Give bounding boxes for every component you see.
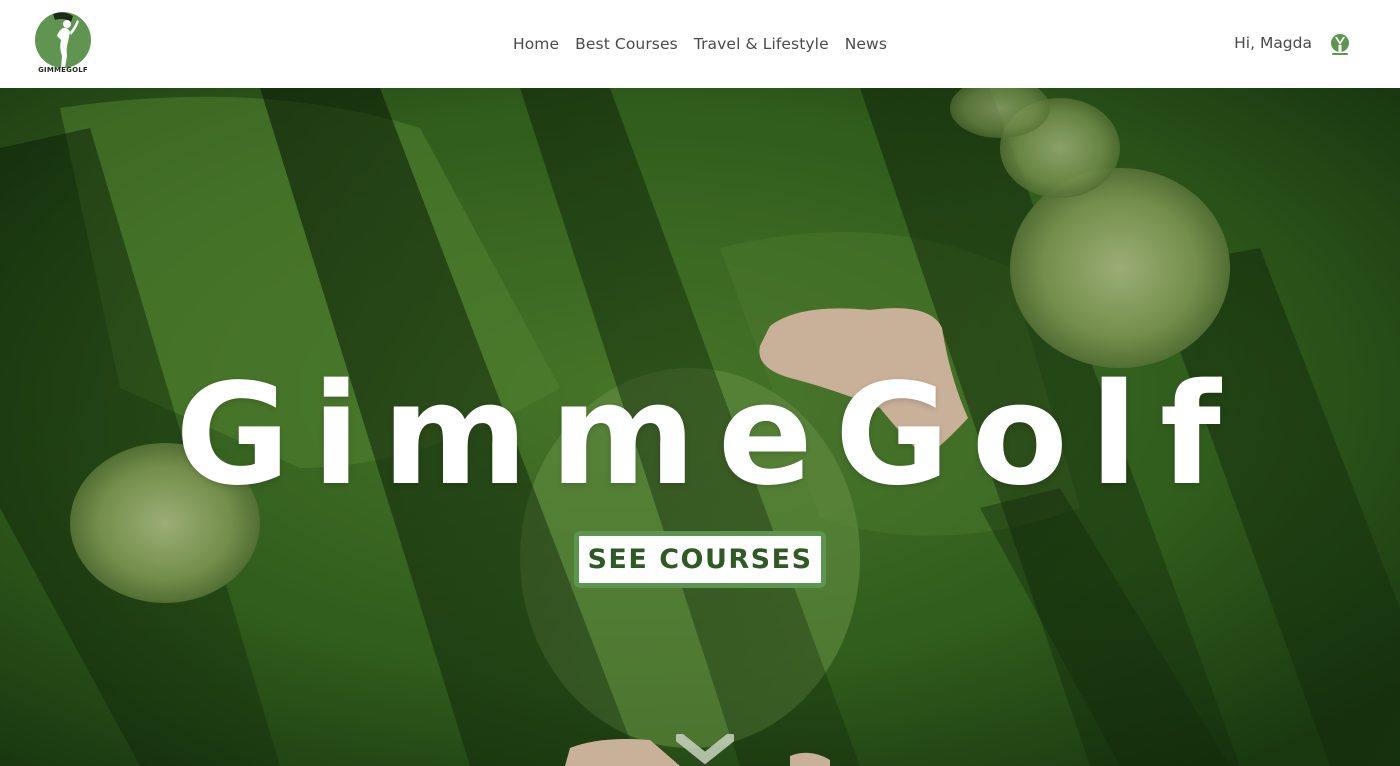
chevron-down-icon[interactable] — [672, 730, 738, 766]
nav-item-news[interactable]: News — [845, 35, 887, 53]
see-courses-button[interactable]: SEE COURSES — [574, 531, 826, 588]
golf-tee-icon[interactable] — [1329, 33, 1351, 57]
nav-item-home[interactable]: Home — [513, 35, 559, 53]
golfer-silhouette-icon — [53, 12, 79, 68]
hero-section: GimmeGolf SEE COURSES — [0, 88, 1400, 766]
logo-emblem — [35, 12, 91, 68]
nav-item-travel-lifestyle[interactable]: Travel & Lifestyle — [694, 35, 829, 53]
nav-item-best-courses[interactable]: Best Courses — [575, 35, 678, 53]
main-nav: Home Best Courses Travel & Lifestyle New… — [0, 0, 1400, 88]
site-logo[interactable]: GIMMEGOLF — [33, 10, 93, 76]
user-greeting[interactable]: Hi, Magda — [1234, 34, 1312, 52]
site-header: GIMMEGOLF Home Best Courses Travel & Lif… — [0, 0, 1400, 88]
logo-wordmark: GIMMEGOLF — [38, 66, 88, 74]
hero-title: GimmeGolf — [175, 354, 1243, 517]
